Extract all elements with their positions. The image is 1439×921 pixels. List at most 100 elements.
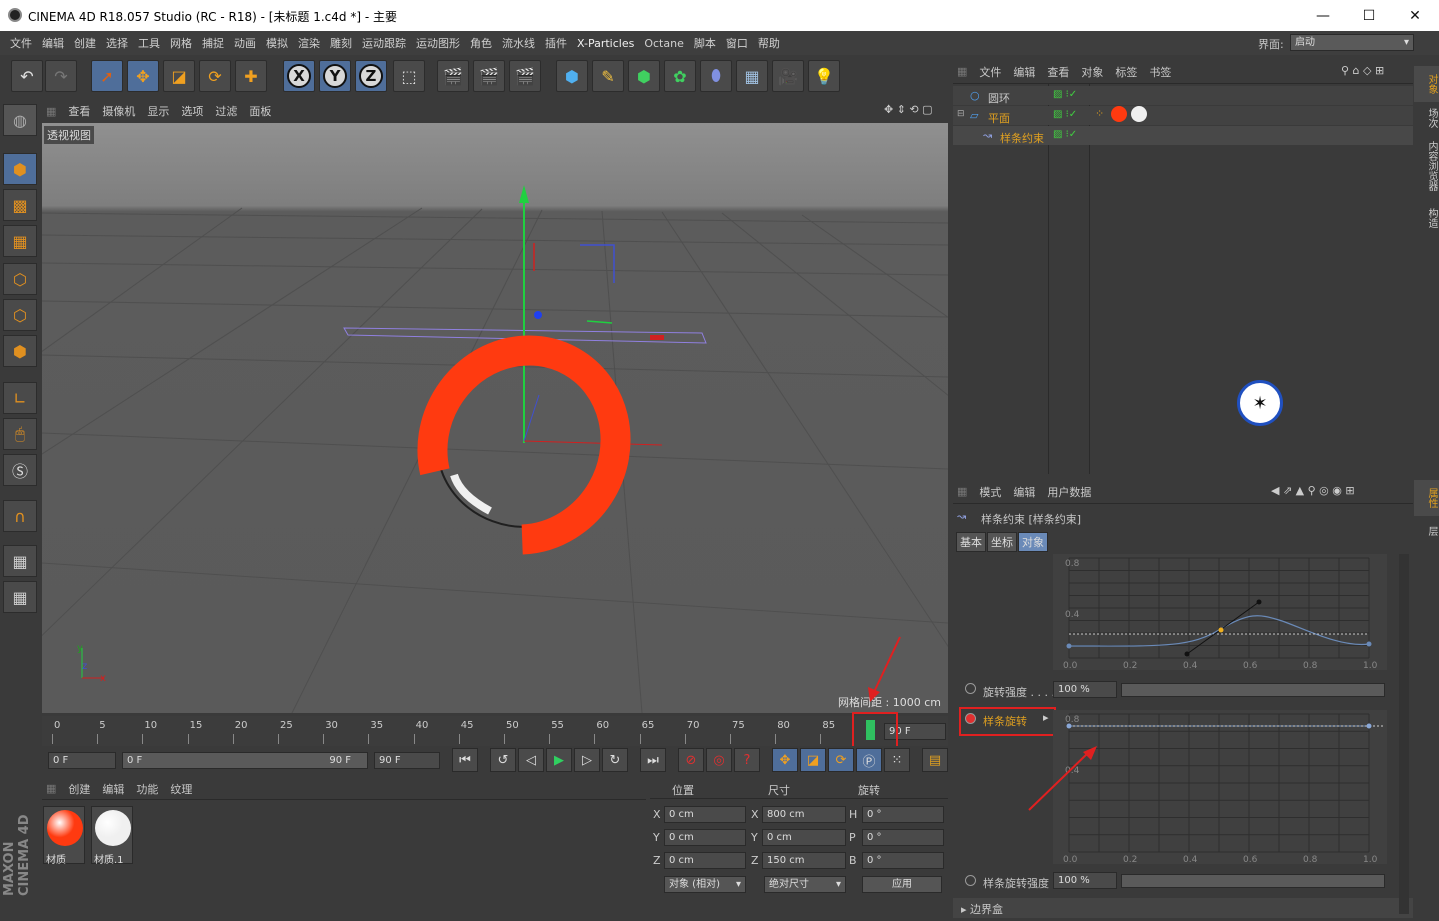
menu-item[interactable]: 雕刻 [330, 35, 352, 51]
tab-objects[interactable]: 对象 [1414, 66, 1439, 102]
rot-strength-field[interactable]: 100 % [1053, 681, 1117, 698]
workplane-align-button[interactable]: ▦ [3, 581, 37, 613]
key-position-button[interactable]: ✥ [772, 748, 798, 772]
x-axis-button[interactable]: X [283, 60, 315, 92]
curve-knot[interactable] [1366, 641, 1372, 647]
panel-grip-icon[interactable]: ▦ [46, 782, 56, 795]
rot-strength-slider[interactable] [1121, 683, 1385, 697]
rotation-field[interactable]: 0 ° [862, 829, 944, 846]
menu-item[interactable]: 选择 [106, 35, 128, 51]
object-menu-item[interactable]: 标签 [1115, 64, 1137, 80]
viewport-menu-item[interactable]: 显示 [147, 103, 169, 119]
spline-rotation-graph[interactable]: 0.0 0.2 0.4 0.6 0.8 1.0 0.8 0.4 [1053, 710, 1387, 865]
light-button[interactable]: 💡 [808, 60, 840, 92]
prev-key-button[interactable]: ↺ [490, 748, 516, 772]
render-settings-button[interactable]: 🎬 [509, 60, 541, 92]
range-slider[interactable]: 0 F 90 F [122, 752, 368, 769]
z-axis-button[interactable]: Z [355, 60, 387, 92]
timeline-window-button[interactable]: ▤ [922, 748, 948, 772]
material-menu-item[interactable]: 编辑 [102, 781, 124, 797]
panel-grip-icon[interactable]: ▦ [46, 105, 56, 118]
rotation-curve-graph[interactable]: 0.0 0.2 0.4 0.6 0.8 1.0 0.8 0.4 [1053, 554, 1387, 671]
apply-button[interactable]: 应用 [862, 876, 942, 893]
material-menu-item[interactable]: 纹理 [170, 781, 192, 797]
attribute-tab[interactable]: 对象 [1018, 532, 1048, 552]
render-view-button[interactable]: 🎬 [437, 60, 469, 92]
size-mode-select[interactable]: 绝对尺寸 ▾ [764, 876, 846, 893]
floor-button[interactable]: ▦ [736, 60, 768, 92]
material-tag-red-icon[interactable] [1111, 106, 1127, 122]
record-button[interactable]: ⊘ [678, 748, 704, 772]
menu-item[interactable]: 渲染 [298, 35, 320, 51]
attribute-tab[interactable]: 坐标 [987, 532, 1017, 552]
auto-key-button[interactable]: ◎ [706, 748, 732, 772]
material-menu-item[interactable]: 功能 [136, 781, 158, 797]
viewport-menu-item[interactable]: 查看 [68, 103, 90, 119]
next-frame-button[interactable]: ▷ [574, 748, 600, 772]
material-swatch[interactable]: 材质 [43, 806, 85, 866]
redo-button[interactable]: ↷ [45, 60, 77, 92]
maximize-button[interactable]: ☐ [1346, 0, 1392, 31]
attribute-menu-item[interactable]: 编辑 [1013, 484, 1035, 500]
polygons-mode-button[interactable]: ⬢ [3, 335, 37, 367]
deformer-button[interactable]: ⬮ [700, 60, 732, 92]
make-editable-button[interactable]: ◍ [3, 104, 37, 136]
viewport-menu-item[interactable]: 选项 [181, 103, 203, 119]
size-field[interactable]: 150 cm [762, 852, 846, 869]
spline-rot-strength-field[interactable]: 100 % [1053, 872, 1117, 889]
panel-grip-icon[interactable]: ▦ [957, 485, 967, 498]
texture-mode-button[interactable]: ▩ [3, 189, 37, 221]
rotate-tool-button[interactable]: ⟳ [199, 60, 231, 92]
attribute-menu-item[interactable]: 用户数据 [1047, 484, 1091, 500]
menu-item[interactable]: 捕捉 [202, 35, 224, 51]
curve-knot[interactable] [1066, 723, 1072, 729]
object-menu-item[interactable]: 查看 [1047, 64, 1069, 80]
object-row-plane[interactable]: 平面 [988, 110, 1010, 126]
keyframe-selection-button[interactable]: ? [734, 748, 760, 772]
viewport-menu-item[interactable]: 面板 [249, 103, 271, 119]
live-select-button[interactable]: ➚ [91, 60, 123, 92]
menu-item[interactable]: 流水线 [502, 35, 535, 51]
tab-content-browser[interactable]: 内容浏览器 [1414, 136, 1439, 196]
tweak-mode-button[interactable]: 🖱 [3, 418, 37, 450]
position-field[interactable]: 0 cm [664, 806, 746, 823]
attribute-menu-item[interactable]: 模式 [979, 484, 1001, 500]
pen-button[interactable]: ✎ [592, 60, 624, 92]
menu-item[interactable]: 脚本 [694, 35, 716, 51]
tab-attributes[interactable]: 属性 [1414, 480, 1439, 516]
attribute-tab[interactable]: 基本 [956, 532, 986, 552]
material-swatch[interactable]: 材质.1 [91, 806, 133, 866]
visibility-check-icon[interactable]: ▨ ⁝✓ [1053, 109, 1077, 120]
render-picture-viewer-button[interactable]: 🎬 [473, 60, 505, 92]
axis-mode-button[interactable]: ∟ [3, 382, 37, 414]
object-menu-item[interactable]: 文件 [979, 64, 1001, 80]
curve-knot[interactable] [1366, 723, 1372, 729]
menu-item[interactable]: 工具 [138, 35, 160, 51]
material-menu-item[interactable]: 创建 [68, 781, 90, 797]
panel-grip-icon[interactable]: ▦ [957, 65, 967, 78]
menu-item[interactable]: 运动跟踪 [362, 35, 406, 51]
menu-item[interactable]: 编辑 [42, 35, 64, 51]
object-menu-item[interactable]: 书签 [1149, 64, 1171, 80]
curve-knot[interactable] [1256, 599, 1262, 605]
curve-knot[interactable] [1184, 651, 1190, 657]
material-tag-white-icon[interactable] [1131, 106, 1147, 122]
chevron-right-icon[interactable]: ▸ [1043, 711, 1049, 724]
coord-mode-select[interactable]: 对象 (相对) ▾ [664, 876, 746, 893]
minimize-button[interactable]: — [1300, 0, 1346, 31]
collapse-icon[interactable]: ⊟ [957, 109, 965, 119]
key-pla-button[interactable]: ⁙ [884, 748, 910, 772]
attribute-scrollbar[interactable] [1399, 554, 1409, 914]
layout-select[interactable]: 启动 ▾ [1290, 34, 1414, 51]
go-to-start-button[interactable]: ⏮ [452, 748, 478, 772]
viewport-nav-icons[interactable]: ✥ ⇕ ⟲ ▢ [884, 103, 933, 116]
curve-knot[interactable] [1066, 643, 1072, 649]
recent-tool-button[interactable]: ✚ [235, 60, 267, 92]
tab-takes[interactable]: 场次 [1414, 100, 1439, 136]
points-mode-button[interactable]: ⬡ [3, 263, 37, 295]
menu-item[interactable]: X-Particles [577, 37, 634, 50]
end-frame-field[interactable]: 90 F [374, 752, 440, 769]
workplane-mode-button[interactable]: ▦ [3, 225, 37, 257]
y-axis-button[interactable]: Y [319, 60, 351, 92]
play-button[interactable]: ▶ [546, 748, 572, 772]
